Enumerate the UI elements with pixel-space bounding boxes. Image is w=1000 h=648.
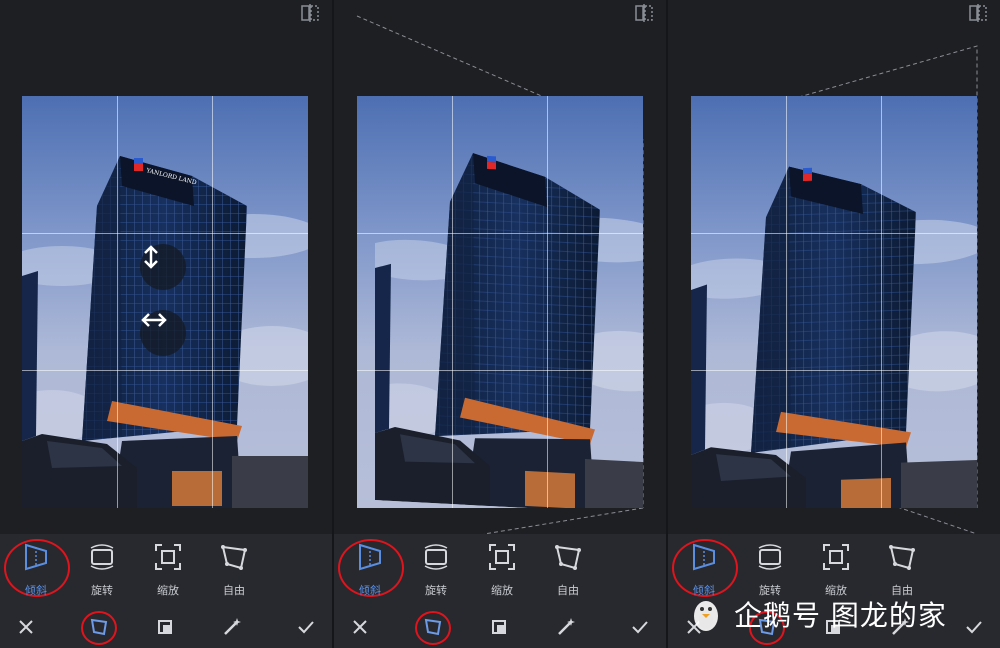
editor-panel-1: YANLORD LAND 倾斜 旋转 缩放 自由 bbox=[0, 0, 332, 648]
tool-rotate[interactable]: 旋转 bbox=[404, 542, 468, 598]
horizontal-arrows-icon bbox=[141, 313, 167, 327]
tool-scale[interactable]: 缩放 bbox=[136, 542, 200, 598]
crop-button[interactable] bbox=[152, 614, 178, 640]
scale-icon bbox=[823, 544, 849, 570]
watermark-text: 企鹅号 图龙的家 bbox=[734, 599, 947, 632]
scale-icon bbox=[155, 544, 181, 570]
vertical-tilt-handle[interactable] bbox=[140, 244, 186, 290]
tool-scale[interactable]: 缩放 bbox=[470, 542, 534, 598]
tool-perspective[interactable]: 倾斜 bbox=[4, 542, 68, 598]
tool-label: 缩放 bbox=[157, 584, 179, 597]
cancel-button[interactable] bbox=[13, 614, 39, 640]
perspective-mode-button[interactable] bbox=[86, 614, 112, 640]
apply-button[interactable] bbox=[627, 614, 653, 640]
editor-panel-2: 倾斜 旋转 缩放 自由 bbox=[334, 0, 666, 648]
magic-wand-icon bbox=[558, 618, 575, 635]
tool-label: 旋转 bbox=[425, 584, 447, 597]
crop-icon bbox=[492, 620, 506, 634]
grid-line bbox=[691, 370, 977, 372]
auto-fix-button[interactable] bbox=[219, 614, 245, 640]
auto-fix-button[interactable] bbox=[553, 614, 579, 640]
grid-line bbox=[212, 96, 214, 508]
scale-icon bbox=[489, 544, 515, 570]
tool-free[interactable]: 自由 bbox=[870, 542, 934, 598]
apply-button[interactable] bbox=[961, 614, 987, 640]
crop-button[interactable] bbox=[486, 614, 512, 640]
grid-line bbox=[691, 233, 977, 235]
grid-line bbox=[547, 96, 549, 508]
grid-line bbox=[881, 96, 883, 508]
rotate-icon bbox=[424, 544, 448, 570]
grid-line bbox=[452, 96, 454, 508]
tool-label: 倾斜 bbox=[359, 584, 381, 597]
tool-free[interactable]: 自由 bbox=[202, 542, 266, 598]
tool-label: 自由 bbox=[557, 584, 579, 597]
perspective-icon bbox=[25, 543, 47, 571]
building-photo bbox=[357, 96, 643, 508]
free-transform-icon bbox=[889, 545, 915, 570]
check-icon bbox=[298, 621, 314, 634]
photo-canvas[interactable] bbox=[357, 96, 643, 508]
photo-canvas[interactable] bbox=[691, 96, 977, 508]
crop-icon bbox=[158, 620, 172, 634]
grid-line bbox=[357, 370, 643, 372]
building-photo bbox=[691, 96, 977, 508]
perspective-mode-icon bbox=[424, 618, 442, 636]
close-icon bbox=[19, 620, 33, 634]
tool-label: 缩放 bbox=[491, 584, 513, 597]
action-row bbox=[334, 611, 666, 645]
building-photo: YANLORD LAND bbox=[22, 96, 308, 508]
tool-scale[interactable]: 缩放 bbox=[804, 542, 868, 598]
tool-rotate[interactable]: 旋转 bbox=[70, 542, 134, 598]
action-row bbox=[0, 611, 332, 645]
transform-toolbar: 倾斜 旋转 缩放 自由 bbox=[0, 534, 332, 648]
rotate-icon bbox=[758, 544, 782, 570]
tool-label: 自由 bbox=[223, 584, 245, 597]
free-transform-icon bbox=[221, 545, 247, 570]
transform-toolbar: 倾斜 旋转 缩放 自由 bbox=[334, 534, 666, 648]
tool-perspective[interactable]: 倾斜 bbox=[338, 542, 402, 598]
grid-line bbox=[117, 96, 119, 508]
magic-wand-icon bbox=[224, 618, 241, 635]
watermark: 企鹅号 图龙的家 bbox=[686, 592, 947, 636]
horizontal-tilt-handle[interactable] bbox=[140, 310, 186, 356]
rotate-icon bbox=[90, 544, 114, 570]
perspective-mode-icon bbox=[90, 618, 108, 636]
perspective-icon bbox=[693, 543, 715, 571]
free-transform-icon bbox=[555, 545, 581, 570]
tool-label: 旋转 bbox=[91, 584, 113, 597]
grid-line bbox=[22, 233, 308, 235]
tool-label: 倾斜 bbox=[25, 584, 47, 597]
apply-button[interactable] bbox=[293, 614, 319, 640]
editor-panel-3: 倾斜 旋转 缩放 自由 bbox=[668, 0, 1000, 648]
tool-perspective[interactable]: 倾斜 bbox=[672, 542, 736, 598]
perspective-icon bbox=[359, 543, 381, 571]
grid-line bbox=[786, 96, 788, 508]
cancel-button[interactable] bbox=[347, 614, 373, 640]
perspective-mode-button[interactable] bbox=[420, 614, 446, 640]
compare-icon[interactable] bbox=[300, 4, 320, 22]
penguin-logo-icon bbox=[694, 601, 718, 631]
close-icon bbox=[353, 620, 367, 634]
photo-canvas[interactable]: YANLORD LAND bbox=[22, 96, 308, 508]
grid-line bbox=[357, 233, 643, 235]
tool-free[interactable]: 自由 bbox=[536, 542, 600, 598]
vertical-arrows-icon bbox=[144, 245, 158, 269]
tool-rotate[interactable]: 旋转 bbox=[738, 542, 802, 598]
check-icon bbox=[966, 621, 982, 634]
check-icon bbox=[632, 621, 648, 634]
grid-line bbox=[22, 370, 308, 372]
